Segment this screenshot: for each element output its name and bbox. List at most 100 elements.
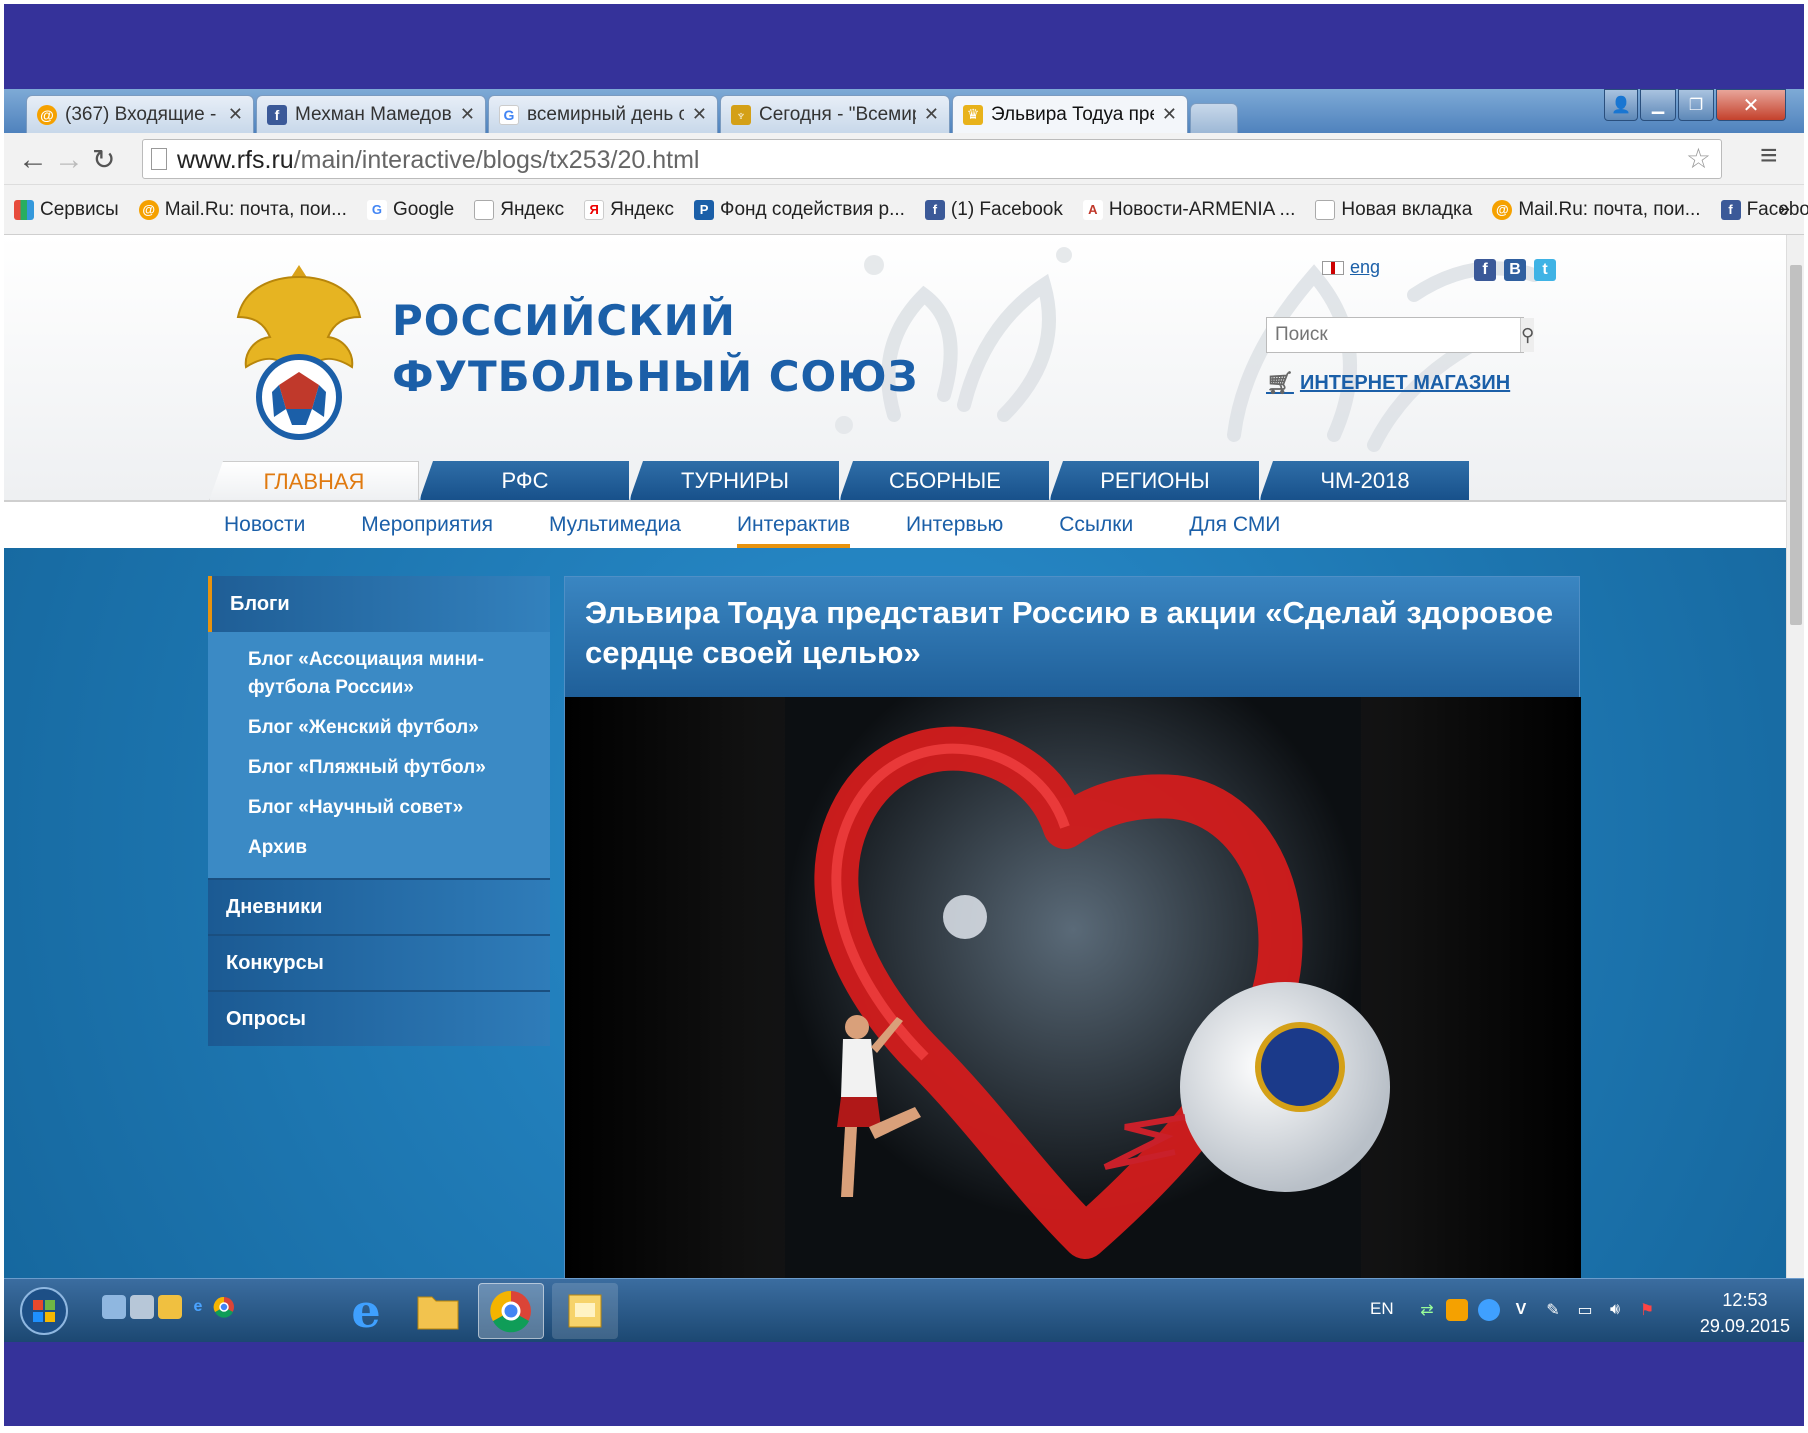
switch-windows-icon[interactable] — [130, 1295, 154, 1319]
language-indicator[interactable]: EN — [1370, 1299, 1394, 1319]
reload-icon[interactable]: ↻ — [92, 143, 115, 176]
sidebar-blog-list: Блог «Ассоциация мини-футбола России» Бл… — [208, 632, 550, 878]
content-area: Блоги Блог «Ассоциация мини-футбола Росс… — [4, 548, 1786, 1278]
close-icon[interactable]: ✕ — [692, 104, 707, 125]
main-nav-tab[interactable]: СБОРНЫЕ — [839, 461, 1049, 501]
main-nav-tab[interactable]: ТУРНИРЫ — [629, 461, 839, 501]
page-icon — [151, 148, 167, 170]
main-nav-tab[interactable]: ЧМ-2018 — [1259, 461, 1469, 501]
internet-explorer-icon[interactable]: e — [338, 1283, 394, 1339]
browser-tab[interactable]: @ (367) Входящие - mmame ✕ — [26, 95, 254, 133]
sub-nav-item-active[interactable]: Интерактив — [736, 502, 851, 548]
bookmark-item[interactable]: A Новости-ARMENIA ... — [1082, 199, 1295, 221]
bookmark-item[interactable]: @ Mail.Ru: почта, пои... — [1492, 199, 1701, 221]
network-tray-icon[interactable]: ⇄ — [1416, 1299, 1438, 1321]
more-bookmarks-chevron[interactable]: » — [1779, 198, 1790, 221]
close-icon[interactable]: ✕ — [1162, 104, 1177, 125]
menu-icon[interactable]: ≡ — [1760, 139, 1778, 173]
bookmark-item[interactable]: Я Яндекс — [584, 199, 674, 221]
main-nav-tab[interactable]: РЕГИОНЫ — [1049, 461, 1259, 501]
search-icon[interactable]: ⚲ — [1520, 318, 1535, 352]
sub-nav-item[interactable]: Для СМИ — [1189, 502, 1280, 548]
chrome-taskbar-icon[interactable] — [478, 1283, 544, 1339]
close-icon[interactable]: ✕ — [460, 104, 475, 125]
sidebar-section[interactable]: Конкурсы — [208, 934, 550, 990]
display-tray-icon[interactable]: ✎ — [1542, 1299, 1564, 1321]
twitter-icon[interactable]: t — [1534, 259, 1556, 281]
shop-label: ИНТЕРНЕТ МАГАЗИН — [1299, 371, 1511, 394]
quicklaunch-ie-icon[interactable]: e — [186, 1295, 210, 1319]
bookmark-item[interactable]: G Google — [366, 199, 454, 221]
bookmark-label: Сервисы — [40, 198, 119, 220]
main-nav-tab[interactable]: РФС — [419, 461, 629, 501]
bookmark-label: Яндекс — [500, 198, 565, 220]
sidebar-item[interactable]: Блог «Пляжный футбол» — [208, 748, 550, 788]
maximize-button[interactable]: ❐ — [1678, 89, 1714, 121]
vkontakte-icon[interactable]: B — [1504, 259, 1526, 281]
url-path: /main/interactive/blogs/tx253/20.html — [293, 146, 700, 174]
frame-top-band — [4, 4, 1804, 89]
bookmark-item[interactable]: Яндекс — [474, 199, 564, 221]
volume-icon[interactable]: 🔊︎ — [1604, 1299, 1626, 1321]
quicklaunch-folder-icon[interactable] — [158, 1295, 182, 1319]
facebook-icon[interactable]: f — [1474, 259, 1496, 281]
sidebar-item[interactable]: Блог «Ассоциация мини-футбола России» — [208, 640, 550, 708]
star-icon[interactable]: ☆ — [1686, 142, 1711, 175]
site-title-line: РОССИЙСКИЙ — [392, 296, 736, 345]
scrollbar-thumb[interactable] — [1790, 265, 1802, 625]
new-tab-button[interactable] — [1190, 103, 1238, 133]
presentation-app-icon[interactable] — [552, 1283, 618, 1339]
file-explorer-icon[interactable] — [410, 1283, 466, 1339]
lang-label: eng — [1350, 257, 1381, 277]
sidebar-section[interactable]: Дневники — [208, 878, 550, 934]
sub-nav-item[interactable]: Новости — [224, 502, 305, 548]
bookmark-label: Facebook — [1746, 198, 1808, 220]
start-button[interactable] — [14, 1283, 74, 1339]
lang-switch-link[interactable]: eng — [1322, 257, 1380, 278]
bookmark-item[interactable]: Сервисы — [14, 199, 119, 221]
update-tray-icon[interactable] — [1478, 1299, 1500, 1321]
monitor-tray-icon[interactable]: ▭ — [1574, 1299, 1596, 1321]
sub-nav-item[interactable]: Интервью — [906, 502, 1003, 548]
quicklaunch-chrome-icon[interactable] — [212, 1295, 236, 1319]
show-desktop-icon[interactable] — [102, 1295, 126, 1319]
online-shop-link[interactable]: 🛒︎ ИНТЕРНЕТ МАГАЗИН — [1266, 370, 1510, 396]
article-image — [565, 697, 1581, 1278]
url-input[interactable]: www.rfs.ru/main/interactive/blogs/tx253/… — [142, 139, 1722, 179]
forward-arrow-icon[interactable]: → — [54, 143, 84, 177]
close-window-button[interactable]: ✕ — [1716, 89, 1786, 121]
sidebar-item[interactable]: Блог «Научный совет» — [208, 788, 550, 828]
site-header: РОССИЙСКИЙ ФУТБОЛЬНЫЙ СОЮЗ eng f B t ⚲ 🛒… — [4, 235, 1786, 501]
back-arrow-icon[interactable]: ← — [18, 143, 48, 177]
browser-tab[interactable]: f Мехман Мамедов ✕ — [256, 95, 486, 133]
sub-nav-item[interactable]: Мероприятия — [361, 502, 493, 548]
main-nav-tab[interactable]: ГЛАВНАЯ — [209, 461, 419, 501]
browser-tab-active[interactable]: ♛ Эльвира Тодуа представи ✕ — [952, 95, 1188, 133]
antivirus-tray-icon[interactable]: V — [1510, 1299, 1532, 1321]
system-clock[interactable]: 12:53 29.09.2015 — [1700, 1287, 1790, 1339]
search-input[interactable] — [1267, 318, 1520, 352]
bookmarks-bar: Сервисы @ Mail.Ru: почта, пои... G Google … — [4, 185, 1808, 235]
bookmark-item[interactable]: f (1) Facebook — [924, 199, 1063, 221]
apps-icon — [14, 199, 34, 220]
sidebar-item[interactable]: Архив — [208, 828, 550, 868]
sub-nav-item[interactable]: Мультимедиа — [549, 502, 681, 548]
browser-tab[interactable]: ♆ Сегодня - "Всемирный д ✕ — [720, 95, 950, 133]
mail-agent-tray-icon[interactable] — [1446, 1299, 1468, 1321]
sidebar-head-blogs[interactable]: Блоги — [208, 576, 550, 632]
close-icon[interactable]: ✕ — [924, 104, 939, 125]
action-center-flag-icon[interactable]: ⚑ — [1636, 1299, 1658, 1321]
sidebar-section[interactable]: Опросы — [208, 990, 550, 1046]
sub-nav-item[interactable]: Ссылки — [1059, 502, 1133, 548]
browser-tab[interactable]: G всемирный день сердца ✕ — [488, 95, 718, 133]
bookmark-item[interactable]: @ Mail.Ru: почта, пои... — [138, 199, 347, 221]
sidebar-item[interactable]: Блог «Женский футбол» — [208, 708, 550, 748]
user-icon[interactable]: 👤 — [1604, 89, 1638, 121]
bookmark-item[interactable]: Новая вкладка — [1315, 199, 1472, 221]
bookmark-item[interactable]: P Фонд содействия р... — [694, 199, 905, 221]
bookmark-item[interactable]: fFacebook — [1720, 198, 1808, 221]
minimize-button[interactable]: ▁ — [1640, 89, 1676, 121]
close-icon[interactable]: ✕ — [228, 104, 243, 125]
page-scrollbar[interactable] — [1786, 235, 1804, 1278]
mail-ru-icon: @ — [1492, 199, 1513, 220]
